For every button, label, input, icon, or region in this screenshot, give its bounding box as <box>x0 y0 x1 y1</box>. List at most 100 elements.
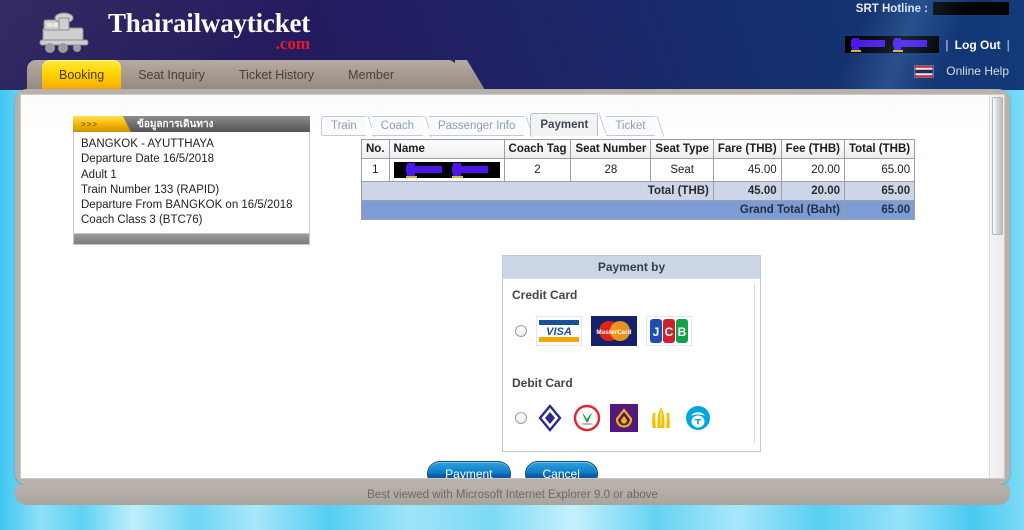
credit-card-radio[interactable] <box>515 325 527 337</box>
credit-card-option-row[interactable]: VISA MasterCard J C B <box>503 302 760 356</box>
col-seat-type: Seat Type <box>650 139 714 159</box>
travel-info-line: Departure From BANGKOK on 16/5/2018 <box>81 199 293 212</box>
travel-info-marker: >>> <box>73 116 131 132</box>
nav-tab-booking[interactable]: Booking <box>42 60 122 90</box>
bangkok-bank-logo <box>538 404 562 432</box>
help-bar: Online Help <box>914 64 1009 78</box>
cell-seat-number: 28 <box>570 158 652 182</box>
table-header-row: No. Name Coach Tag Seat Number Seat Type… <box>361 139 916 159</box>
travel-info-line: Adult 1 <box>81 168 117 181</box>
total-fare: 45.00 <box>712 181 782 201</box>
travel-info-line: Departure Date 16/5/2018 <box>81 153 214 166</box>
step-label: Coach <box>380 120 415 132</box>
main-navigation: Booking Seat Inquiry Ticket History Memb… <box>27 60 457 90</box>
grand-total-value: 65.00 <box>843 200 916 220</box>
step-tab-payment[interactable]: Payment <box>530 113 607 136</box>
col-coach-tag: Coach Tag <box>503 139 572 159</box>
travel-info-line: BANGKOK - AYUTTHAYA <box>81 138 214 150</box>
cancel-button[interactable]: Cancel <box>524 461 598 478</box>
cell-no: 1 <box>361 158 390 182</box>
srt-hotline: SRT Hotline : <box>856 2 1009 15</box>
col-total: Total (THB) <box>843 139 916 159</box>
payment-panel-title: Payment by <box>503 256 760 279</box>
booking-summary-table: No. Name Coach Tag Seat Number Seat Type… <box>361 139 916 220</box>
svg-text:MasterCard: MasterCard <box>596 329 631 336</box>
online-help-link[interactable]: Online Help <box>946 64 1009 78</box>
divider-right: | <box>1006 37 1010 52</box>
krungsri-bank-logo <box>652 407 670 428</box>
hotline-number-redacted <box>933 2 1009 15</box>
payment-button[interactable]: Payment <box>427 461 511 478</box>
content-area: >>> ข้อมูลการเดินทาง BANGKOK - AYUTTHAYA… <box>20 94 1005 479</box>
step-tab-passenger-info[interactable]: Passenger Info <box>429 116 534 137</box>
cell-total: 65.00 <box>843 158 916 182</box>
travel-info-body: BANGKOK - AYUTTHAYA Departure Date 16/5/… <box>73 132 310 234</box>
svg-text:J: J <box>653 325 660 339</box>
mastercard-logo: MasterCard <box>591 316 637 346</box>
page-footer: Best viewed with Microsoft Internet Expl… <box>15 485 1010 505</box>
hotline-label: SRT Hotline : <box>855 2 928 15</box>
travel-info-line: Coach Class 3 (BTC76) <box>81 214 203 227</box>
travel-info-panel: >>> ข้อมูลการเดินทาง BANGKOK - AYUTTHAYA… <box>73 116 310 245</box>
jcb-logo: J C B <box>646 316 692 346</box>
step-tab-coach[interactable]: Coach <box>371 116 433 137</box>
svg-text:B: B <box>678 325 687 339</box>
cell-seat-type: Seat <box>650 158 714 182</box>
booking-step-tabs: Train Coach Passenger Info Payment Ticke… <box>321 113 664 137</box>
thai-flag-icon[interactable] <box>914 64 935 78</box>
nav-tab-member[interactable]: Member <box>331 60 411 90</box>
page-scrollbar[interactable] <box>989 95 1004 478</box>
logout-link[interactable]: Log Out <box>955 38 1001 52</box>
form-actions: Payment Cancel <box>21 461 1004 478</box>
cell-fare: 45.00 <box>712 158 782 182</box>
site-logo[interactable]: Thairailwayticket .com <box>34 6 310 58</box>
col-name: Name <box>388 139 505 159</box>
travel-info-footer <box>73 233 310 245</box>
username-redacted <box>845 36 940 53</box>
col-seat-number: Seat Number <box>570 139 652 159</box>
debit-card-radio[interactable] <box>515 412 527 424</box>
passenger-name-redacted <box>393 162 500 178</box>
kasikorn-bank-logo <box>573 404 601 432</box>
step-label: Payment <box>540 119 589 131</box>
visa-logo: VISA <box>536 316 582 346</box>
step-label: Train <box>331 120 357 132</box>
nav-tab-seat-inquiry[interactable]: Seat Inquiry <box>121 60 222 90</box>
payment-panel-scrollbar[interactable] <box>754 283 759 443</box>
total-total: 65.00 <box>843 181 916 201</box>
payment-panel-body: Credit Card VISA MasterCard J C B Debit … <box>503 279 760 451</box>
col-no: No. <box>361 139 390 159</box>
step-tab-train[interactable]: Train <box>321 116 376 137</box>
cell-coach-tag: 2 <box>503 158 572 182</box>
scrollbar-thumb[interactable] <box>992 97 1003 235</box>
credit-card-label: Credit Card <box>512 288 578 302</box>
krungthai-bank-logo <box>686 406 710 430</box>
debit-card-option-row[interactable] <box>503 390 760 442</box>
table-row: 1 2 28 Seat 45.00 20.00 65.00 <box>361 158 916 182</box>
grand-total-label: Grand Total (Baht) <box>361 200 845 220</box>
nav-tab-ticket-history[interactable]: Ticket History <box>222 60 331 90</box>
table-grand-total-row: Grand Total (Baht) 65.00 <box>361 200 916 220</box>
footer-text: Best viewed with Microsoft Internet Expl… <box>367 489 658 501</box>
siam-commercial-bank-logo <box>610 404 638 432</box>
col-fee: Fee (THB) <box>780 139 845 159</box>
travel-info-title: ข้อมูลการเดินทาง <box>137 118 214 130</box>
svg-text:C: C <box>665 325 674 339</box>
cell-name <box>388 158 505 182</box>
svg-text:VISA: VISA <box>546 326 572 338</box>
payment-method-panel: Payment by Credit Card VISA MasterCard J… <box>502 255 761 452</box>
content-frame: >>> ข้อมูลการเดินทาง BANGKOK - AYUTTHAYA… <box>15 89 1010 485</box>
total-label: Total (THB) <box>361 181 714 201</box>
nav-tab-list: Booking Seat Inquiry Ticket History Memb… <box>27 60 457 90</box>
col-fare: Fare (THB) <box>712 139 782 159</box>
steam-locomotive-icon <box>39 12 89 53</box>
user-session-bar: | Log Out | <box>845 36 1010 53</box>
step-tab-ticket[interactable]: Ticket <box>606 116 664 137</box>
table-total-row: Total (THB) 45.00 20.00 65.00 <box>361 181 916 201</box>
total-fee: 20.00 <box>780 181 845 201</box>
cell-fee: 20.00 <box>780 158 845 182</box>
brand-text: Thairailwayticket .com <box>108 8 310 52</box>
travel-info-line: Train Number 133 (RAPID) <box>81 183 220 196</box>
divider-left: | <box>945 37 949 52</box>
step-label: Ticket <box>615 120 646 132</box>
